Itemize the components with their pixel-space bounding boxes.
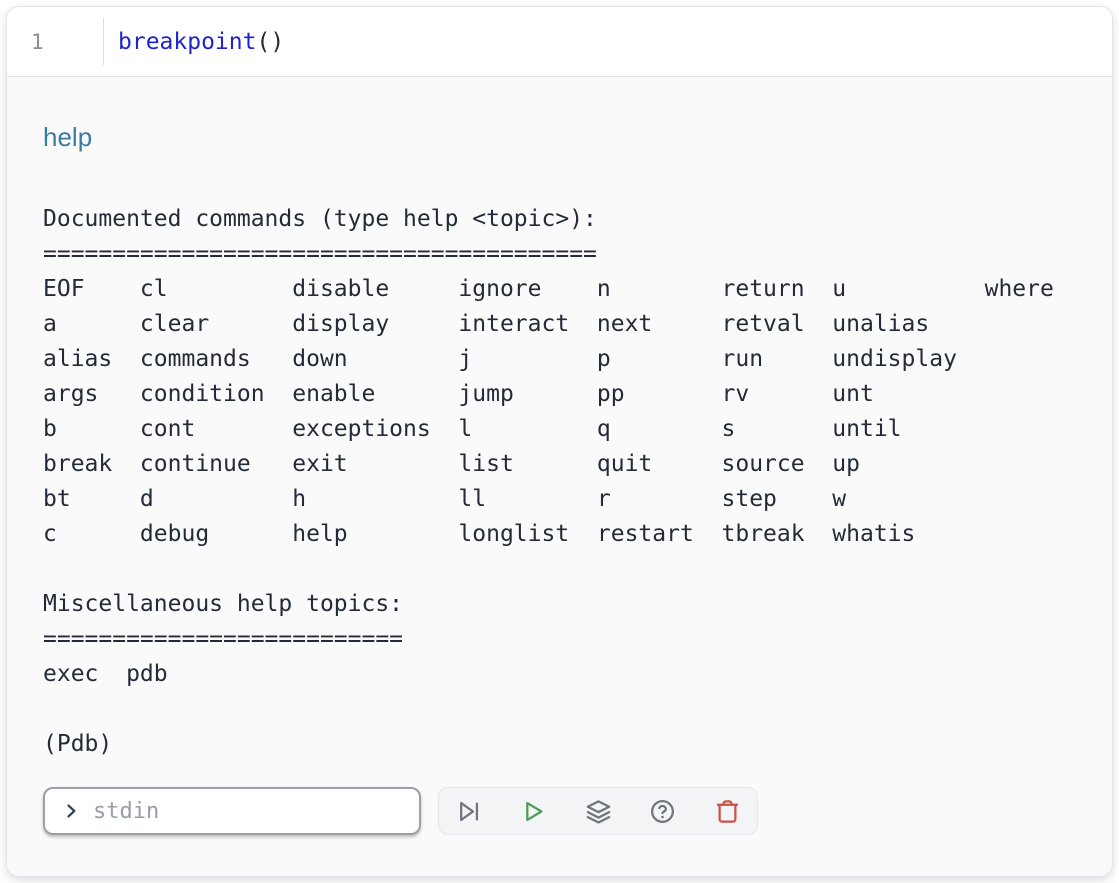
code-token-punctuation: () <box>256 29 284 55</box>
console-output-area: help Documented commands (type help <top… <box>7 77 1112 876</box>
skip-forward-icon <box>455 798 482 825</box>
stdin-input[interactable] <box>91 798 405 825</box>
layers-button[interactable] <box>585 798 612 825</box>
console-controls <box>43 787 758 835</box>
line-number: 1 <box>31 30 44 54</box>
trash-icon <box>714 798 741 825</box>
debug-toolbar <box>438 787 758 835</box>
skip-forward-button[interactable] <box>455 798 482 825</box>
stdin-input-box[interactable] <box>43 787 421 835</box>
help-circle-icon <box>649 798 676 825</box>
pdb-repl-widget: 1 breakpoint() help Documented commands … <box>6 6 1113 877</box>
code-editor-line[interactable]: breakpoint() <box>104 29 284 55</box>
code-editor-row: 1 breakpoint() <box>7 7 1112 77</box>
pdb-output: Documented commands (type help <topic>):… <box>43 202 1112 762</box>
play-icon <box>520 798 547 825</box>
play-button[interactable] <box>520 798 547 825</box>
editor-gutter: 1 <box>7 7 104 76</box>
chevron-right-icon <box>61 801 81 821</box>
layers-icon <box>585 798 612 825</box>
help-button[interactable] <box>649 798 676 825</box>
code-token-builtin: breakpoint <box>118 29 256 55</box>
echoed-command: help <box>43 121 1112 154</box>
trash-button[interactable] <box>714 798 741 825</box>
